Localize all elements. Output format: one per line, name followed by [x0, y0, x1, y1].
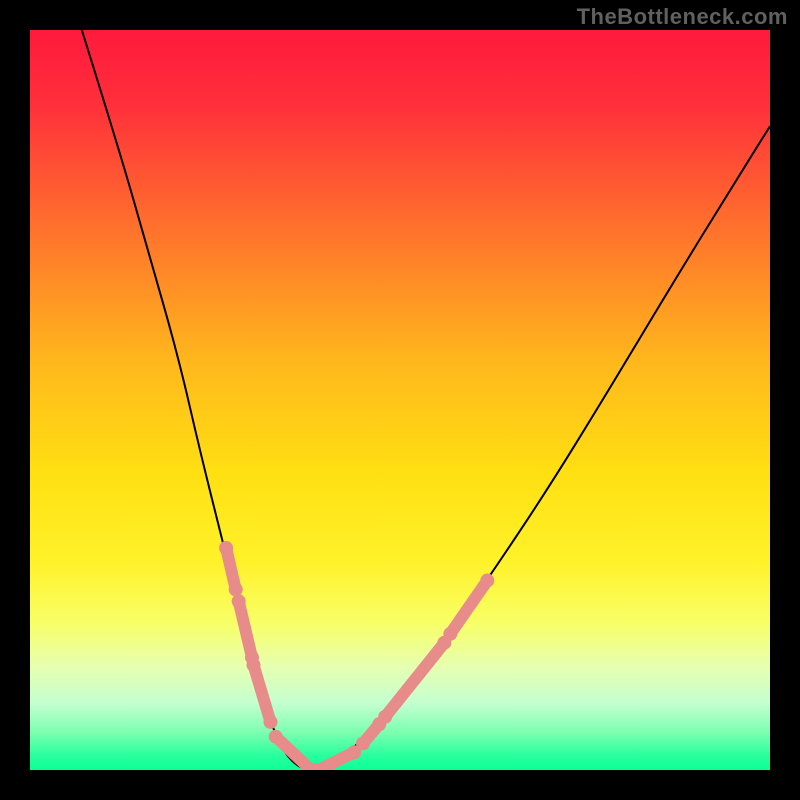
gradient-background [30, 30, 770, 770]
watermark-text: TheBottleneck.com [577, 4, 788, 30]
highlight-dot [480, 574, 494, 588]
highlight-dot [378, 710, 392, 724]
highlight-dot [264, 715, 278, 729]
highlight-dot [229, 582, 243, 596]
highlight-dot [269, 730, 283, 744]
highlight-dot [232, 594, 246, 608]
highlight-dot [219, 541, 233, 555]
highlight-dot [443, 627, 457, 641]
highlight-dot [246, 658, 260, 672]
chart-frame: TheBottleneck.com [0, 0, 800, 800]
bottleneck-chart [30, 30, 770, 770]
plot-area [30, 30, 770, 770]
highlight-dot [356, 736, 370, 750]
